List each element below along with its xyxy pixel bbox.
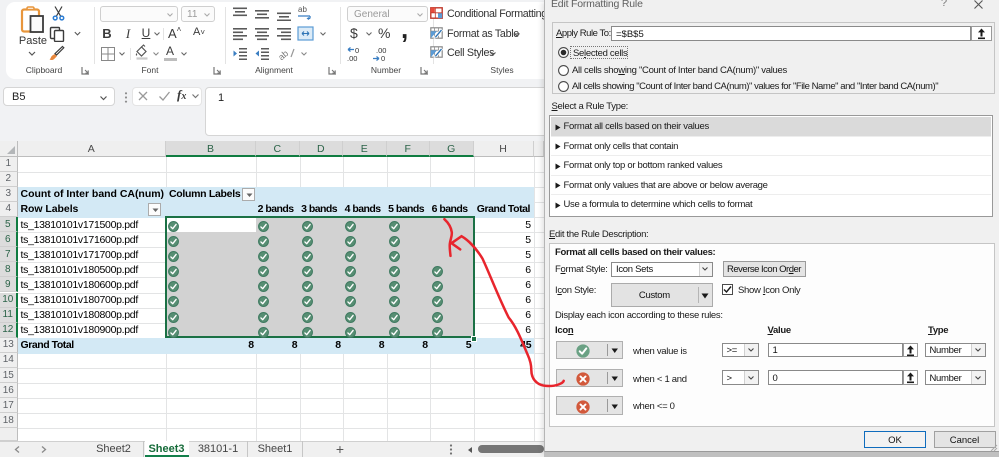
svg-text:.00: .00 — [347, 54, 357, 62]
svg-text:0: 0 — [381, 54, 385, 62]
svg-text:ab: ab — [298, 5, 307, 14]
svg-text:ab: ab — [278, 48, 290, 62]
